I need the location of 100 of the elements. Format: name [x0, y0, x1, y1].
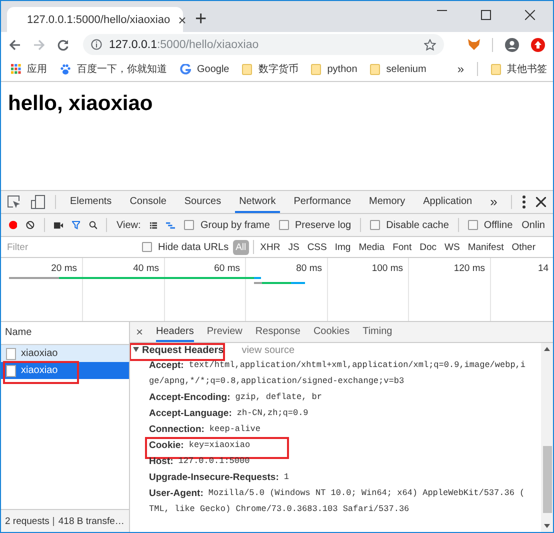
scroll-down-icon[interactable]	[544, 524, 550, 528]
time-tick-label: 14	[538, 263, 549, 274]
header-value: TML, like Gecko) Chrome/73.0.3683.103 Safari/537.36	[149, 504, 410, 514]
type-filter-button[interactable]: JS	[286, 240, 302, 254]
type-filter-button[interactable]: CSS	[305, 240, 329, 254]
close-icon[interactable]	[536, 197, 546, 207]
close-button[interactable]: ×	[136, 325, 144, 339]
folder-icon	[491, 64, 501, 74]
update-icon[interactable]	[531, 38, 545, 52]
type-filter-button[interactable]: WS	[442, 240, 462, 254]
bookmark[interactable]: 百度一下，你就知道	[60, 62, 167, 76]
time-tick-label: 100 ms	[372, 263, 403, 274]
account-icon[interactable]	[505, 38, 519, 52]
back-icon[interactable]	[9, 38, 21, 50]
clear-icon[interactable]	[26, 219, 35, 231]
detail-tab[interactable]: Cookies	[313, 322, 350, 342]
new-tab-button[interactable]: +	[195, 8, 207, 28]
apps-grid-icon	[11, 64, 21, 74]
checkbox-label: Hide data URLs	[158, 242, 229, 252]
record-icon[interactable]	[9, 219, 18, 231]
star-icon[interactable]	[424, 38, 436, 50]
more-bookmarks-button[interactable]: »	[457, 62, 464, 76]
header-value: ge/apng,*/*;q=0.8,application/signed-exchange;v=b3	[149, 376, 404, 386]
type-filter-button[interactable]: Media	[356, 240, 387, 254]
detail-tab[interactable]: Timing	[362, 322, 392, 342]
type-filter-button[interactable]: Other	[510, 240, 538, 254]
devtools-tab[interactable]: Application	[419, 191, 476, 213]
paw-icon	[60, 64, 71, 74]
scroll-up-icon[interactable]	[544, 347, 550, 351]
bookmark[interactable]: 数字货币	[242, 62, 298, 76]
request-row[interactable]: xiaoxiao	[1, 362, 129, 379]
time-tick-label: 80 ms	[296, 263, 322, 274]
triangle-icon	[133, 347, 139, 353]
checkbox-label: Group by frame	[200, 220, 270, 230]
type-filter-button[interactable]: Font	[390, 240, 414, 254]
address-field[interactable]: 127.0.0.1:5000/hello/xiaoxiao	[83, 34, 444, 55]
header-name: Accept-Language:	[149, 408, 232, 418]
devtools-tab[interactable]: Memory	[365, 191, 410, 213]
device-icon[interactable]	[31, 195, 45, 209]
camera-icon[interactable]	[54, 220, 63, 230]
checkbox[interactable]	[370, 220, 380, 230]
header-name: User-Agent:	[149, 488, 204, 498]
page-heading: hello, xiaoxiao	[8, 92, 154, 116]
menu-icon[interactable]	[522, 195, 526, 209]
time-tick-label: 60 ms	[214, 263, 240, 274]
devtools-tab[interactable]: Console	[126, 191, 170, 213]
document-icon	[6, 364, 16, 376]
view-source-link[interactable]: view source	[242, 344, 295, 356]
header-value: 1	[284, 472, 289, 482]
scrollbar[interactable]	[541, 343, 553, 532]
header-name: Upgrade-Insecure-Requests:	[149, 472, 279, 482]
request-row[interactable]: xiaoxiao	[1, 345, 129, 362]
detail-tab[interactable]: Preview	[206, 322, 242, 342]
filter-icon[interactable]	[72, 219, 80, 231]
browser-tab[interactable]: 127.0.0.1:5000/hello/xiaoxiao ×	[7, 7, 183, 32]
devtools-tab[interactable]: Sources	[180, 191, 226, 213]
more-tabs-button[interactable]: »	[486, 191, 502, 213]
other-bookmarks[interactable]: 其他书签	[491, 62, 547, 76]
header-value: Mozilla/5.0 (Windows NT 10.0; Win64; x64) AppleWebKit/537.36 (	[208, 488, 525, 498]
header-value: key=xiaoxiao	[188, 440, 250, 450]
close-icon[interactable]	[525, 10, 535, 20]
document-icon	[6, 348, 16, 360]
header-name: Accept-Encoding:	[149, 392, 230, 402]
inspect-icon[interactable]	[7, 195, 21, 209]
view-label: View:	[116, 220, 141, 230]
header-value: zh-CN,zh;q=0.9	[236, 408, 308, 418]
fox-icon[interactable]	[468, 39, 480, 50]
list-view-icon[interactable]	[150, 220, 158, 230]
throttling-select[interactable]: Onlin	[522, 220, 545, 230]
checkbox[interactable]	[468, 220, 478, 230]
bookmark[interactable]: Google	[180, 64, 230, 74]
header-name: Accept:	[149, 360, 184, 370]
info-icon	[91, 39, 102, 50]
devtools-tab[interactable]: Elements	[66, 191, 116, 213]
checkbox-label: Offline	[484, 220, 513, 230]
waterfall-view-icon[interactable]	[166, 220, 176, 230]
checkbox[interactable]	[184, 220, 194, 230]
bookmark[interactable]: selenium	[370, 64, 426, 74]
devtools-tab[interactable]: Performance	[290, 191, 356, 213]
type-filter-button[interactable]: Doc	[418, 240, 438, 254]
checkbox[interactable]	[278, 220, 289, 230]
time-tick-label: 120 ms	[454, 263, 485, 274]
detail-tab[interactable]: Headers	[156, 322, 194, 342]
type-filter-button[interactable]: XHR	[258, 240, 282, 254]
bookmark[interactable]: 应用	[11, 62, 47, 76]
type-filter-button[interactable]: Img	[332, 240, 353, 254]
google-g-icon	[180, 64, 191, 74]
bookmark[interactable]: python	[311, 64, 358, 74]
header-value: keep-alive	[209, 424, 260, 434]
search-icon[interactable]	[89, 219, 98, 231]
checkbox-label: Disable cache	[386, 220, 449, 230]
detail-tab[interactable]: Response	[255, 322, 300, 342]
time-tick-label: 40 ms	[133, 263, 159, 274]
section-toggle[interactable]: Request Headers	[133, 344, 224, 356]
type-filter-button[interactable]: Manifest	[466, 240, 506, 254]
checkbox[interactable]	[142, 242, 152, 252]
reload-icon[interactable]	[57, 38, 69, 50]
maximize-icon[interactable]	[481, 10, 491, 20]
header-name: Connection:	[149, 424, 204, 434]
checkbox-label: Preserve log	[294, 220, 352, 230]
